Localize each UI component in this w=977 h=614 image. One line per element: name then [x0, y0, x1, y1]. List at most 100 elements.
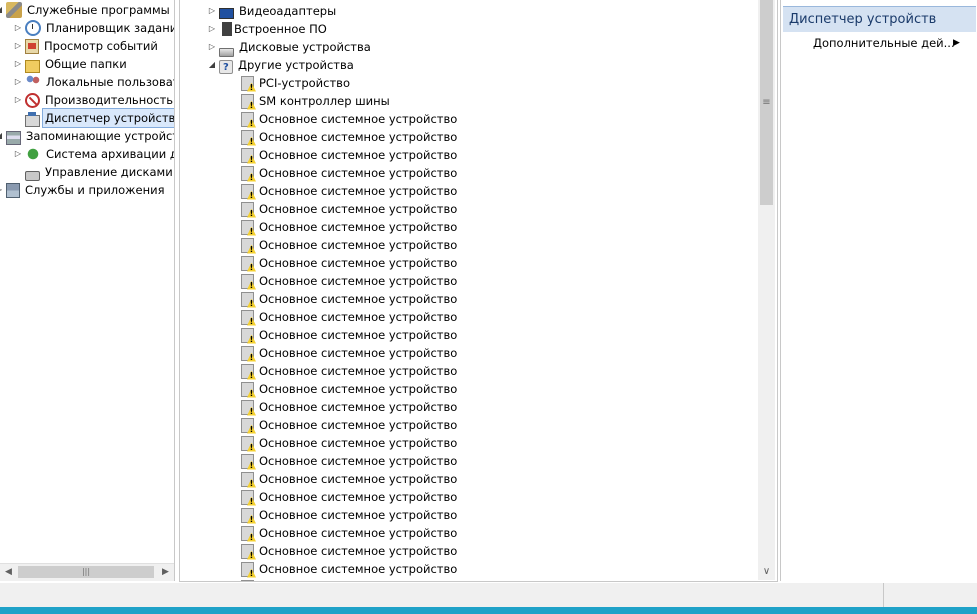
console-tree-item[interactable]: ▷ Производительность	[13, 91, 174, 109]
unknown-device-icon	[241, 165, 254, 181]
console-tree-item[interactable]: Управление дисками	[13, 163, 174, 181]
expand-arrow-icon[interactable]: ▷	[207, 38, 217, 56]
device-list-item[interactable]: Основное системное устройство	[239, 506, 459, 524]
expand-arrow-icon[interactable]: ▷	[13, 73, 23, 91]
device-category-item[interactable]: ◢ Другие устройства	[207, 56, 356, 77]
device-list-item[interactable]: Основное системное устройство	[239, 362, 459, 380]
device-list-item[interactable]: Основное системное устройство	[239, 560, 459, 578]
collapse-arrow-icon[interactable]: ◢	[0, 127, 4, 145]
tree-item-label: Основное системное устройство	[259, 364, 458, 378]
collapse-arrow-icon[interactable]: ◢	[0, 1, 4, 19]
device-category-item[interactable]: ▷ Встроенное ПО	[207, 20, 329, 38]
device-list-item[interactable]: Основное системное устройство	[239, 164, 459, 182]
device-list-item[interactable]: Основное системное устройство	[239, 578, 459, 581]
scroll-down-arrow-icon[interactable]: ∨	[758, 563, 775, 580]
console-tree-item[interactable]: ▷ Просмотр событий	[13, 37, 160, 55]
device-list-item[interactable]: Основное системное устройство	[239, 470, 459, 488]
tree-item-label: Основное системное устройство	[259, 562, 458, 576]
submenu-arrow-icon[interactable]: ▶	[953, 34, 960, 52]
console-tree-item[interactable]: ▷ Система архивации да	[13, 145, 174, 163]
device-tree-pane: ▷ Видеоадаптеры ▷ Встроенное ПО ▷ Дисковые ус…	[179, 0, 778, 582]
storage-icon	[6, 131, 21, 145]
tree-item-label: Производительность	[45, 93, 174, 107]
device-list-item[interactable]: Основное системное устройство	[239, 200, 459, 218]
device-list-item[interactable]: Основное системное устройство	[239, 308, 459, 326]
tree-item-label: Основное системное устройство	[259, 526, 458, 540]
horizontal-scrollbar[interactable]: ◀ ||| ▶	[0, 563, 174, 581]
device-list-item[interactable]: Основное системное устройство	[239, 110, 459, 128]
device-list-item[interactable]: Основное системное устройство	[239, 434, 459, 452]
console-tree-item[interactable]: ▷ Службы и приложения	[0, 181, 167, 199]
expand-arrow-icon[interactable]: ▷	[13, 145, 23, 163]
status-bar	[0, 583, 977, 614]
status-bar-right	[884, 583, 977, 607]
device-list-item[interactable]: Основное системное устройство	[239, 254, 459, 272]
scroll-right-arrow-icon[interactable]: ▶	[157, 564, 174, 581]
unknown-device-icon	[241, 93, 254, 109]
unknown-device-icon	[241, 363, 254, 379]
device-list-item[interactable]: SM контроллер шины	[239, 92, 392, 110]
device-list-item[interactable]: Основное системное устройство	[239, 416, 459, 434]
tree-item-label: Основное системное устройство	[259, 382, 458, 396]
device-category-item[interactable]: ▷ Дисковые устройства	[207, 38, 373, 57]
console-tree-item[interactable]: Диспетчер устройств	[13, 108, 174, 128]
expand-arrow-icon[interactable]: ▷	[13, 91, 23, 109]
device-list-item[interactable]: Основное системное устройство	[239, 236, 459, 254]
device-list-item[interactable]: PCI-устройство	[239, 74, 352, 92]
console-tree-item[interactable]: ▷ Общие папки	[13, 55, 129, 73]
actions-header[interactable]: Диспетчер устройств	[783, 6, 976, 32]
collapse-arrow-icon[interactable]: ◢	[207, 56, 217, 74]
more-actions-item[interactable]: Дополнительные дей...	[813, 34, 955, 52]
tree-item-label: Основное системное устройство	[259, 220, 458, 234]
scrollbar-thumb[interactable]: ≡	[760, 0, 773, 205]
scrollbar-thumb[interactable]: |||	[18, 566, 154, 578]
expand-arrow-icon[interactable]: ▷	[207, 20, 217, 38]
tree-item-label: Диспетчер устройств	[41, 108, 174, 128]
scroll-left-arrow-icon[interactable]: ◀	[0, 564, 17, 581]
tree-item-label: Основное системное устройство	[259, 274, 458, 288]
tools-icon	[6, 2, 22, 18]
device-list-item[interactable]: Основное системное устройство	[239, 182, 459, 200]
tree-item-label: Основное системное устройство	[259, 130, 458, 144]
expand-arrow-icon[interactable]: ▷	[13, 19, 23, 37]
expand-arrow-icon[interactable]: ▷	[13, 55, 23, 73]
console-tree-item[interactable]: ◢ Запоминающие устройст	[0, 127, 175, 145]
expand-arrow-icon[interactable]: ▷	[207, 2, 217, 20]
console-tree-item[interactable]: ▷ Планировщик заданий	[13, 19, 174, 37]
device-list-item[interactable]: Основное системное устройство	[239, 452, 459, 470]
console-tree-item[interactable]: ▷ Локальные пользовате	[13, 73, 174, 91]
unknown-device-icon	[241, 453, 254, 469]
device-list-item[interactable]: Основное системное устройство	[239, 488, 459, 506]
device-list-item[interactable]: Основное системное устройство	[239, 290, 459, 308]
expand-arrow-icon[interactable]: ▷	[0, 181, 4, 199]
device-list-item[interactable]: Основное системное устройство	[239, 218, 459, 236]
device-list-item[interactable]: Основное системное устройство	[239, 326, 459, 344]
tree-item-label: Другие устройства	[238, 58, 354, 72]
console-tree-item[interactable]: ◢ Служебные программы	[0, 1, 172, 19]
unknown-device-icon	[241, 399, 254, 415]
unknown-device-icon	[241, 183, 254, 199]
backup-icon	[25, 146, 41, 162]
vertical-scrollbar[interactable]: ≡ ∨	[758, 0, 775, 580]
expand-arrow-icon[interactable]: ▷	[13, 37, 23, 55]
device-list-item[interactable]: Основное системное устройство	[239, 542, 459, 560]
tree-item-label: Основное системное устройство	[259, 238, 458, 252]
device-category-item[interactable]: ▷ Видеоадаптеры	[207, 2, 338, 20]
device-list-item[interactable]: Основное системное устройство	[239, 380, 459, 398]
tree-item-label: Основное системное устройство	[259, 112, 458, 126]
device-list-item[interactable]: Основное системное устройство	[239, 146, 459, 164]
device-list-item[interactable]: Основное системное устройство	[239, 524, 459, 542]
device-list-item[interactable]: Основное системное устройство	[239, 272, 459, 290]
tree-item-label: Служебные программы	[27, 3, 170, 17]
console-tree-pane: ◢ Служебные программы ▷ Планировщик заданий…	[0, 0, 175, 581]
device-list-item[interactable]: Основное системное устройство	[239, 128, 459, 146]
unknown-device-icon	[241, 345, 254, 361]
tree-item-label: Основное системное устройство	[259, 436, 458, 450]
device-list-item[interactable]: Основное системное устройство	[239, 398, 459, 416]
tree-item-label: Запоминающие устройст	[26, 129, 175, 143]
services-icon	[6, 182, 20, 198]
device-list-item[interactable]: Основное системное устройство	[239, 344, 459, 362]
tree-item-label: Видеоадаптеры	[239, 4, 337, 18]
display-adapter-icon	[219, 7, 234, 19]
unknown-device-icon	[241, 201, 254, 217]
